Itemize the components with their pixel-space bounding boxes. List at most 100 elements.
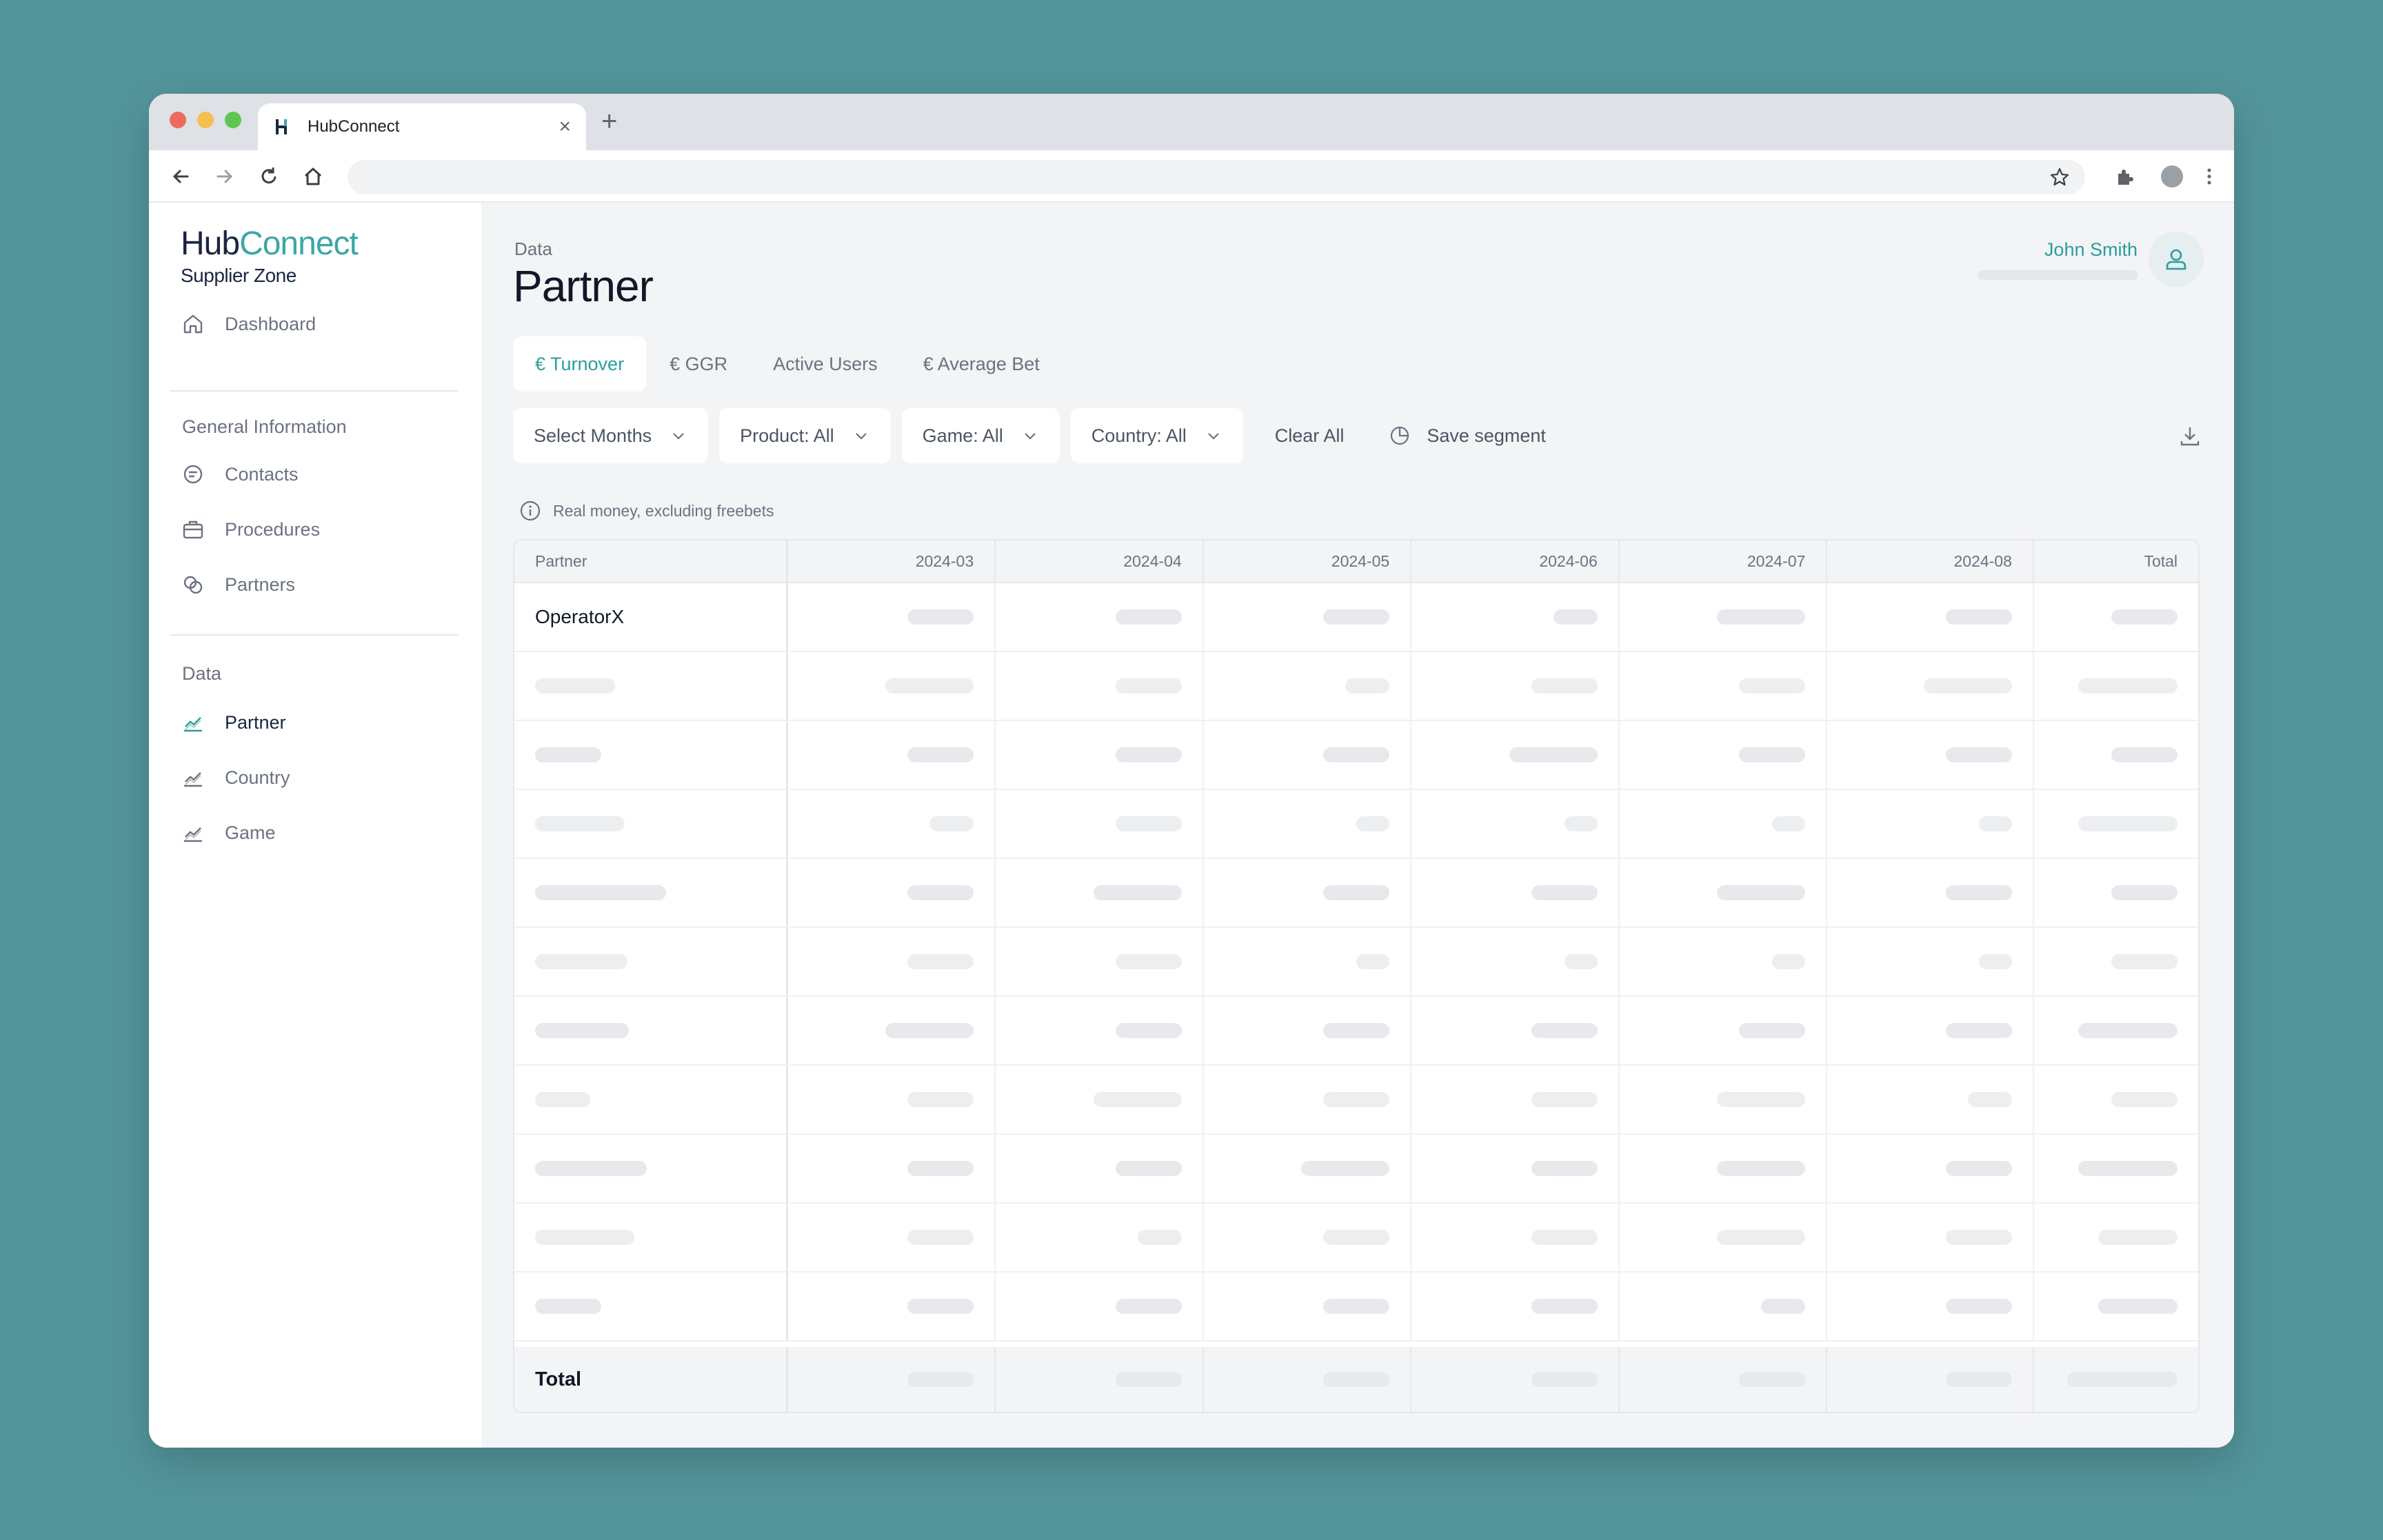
column-header-2024-03[interactable]: 2024-03 [788,540,996,582]
value-cell [2034,721,2198,789]
value-cell [1827,1135,2034,1202]
column-header-partner[interactable]: Partner [514,540,788,582]
table-total-row: Total [514,1347,2198,1412]
tab-average-bet[interactable]: € Average Bet [901,336,1062,392]
value-cell [996,790,1204,858]
loading-placeholder [1945,1023,2012,1038]
loading-placeholder [885,1023,974,1038]
table-row[interactable] [514,1066,2198,1135]
home-icon [183,314,203,334]
minimize-window-button[interactable] [197,112,214,128]
partner-table: Partner 2024-03 2024-04 2024-05 2024-06 … [513,539,2200,1413]
forward-icon[interactable] [211,163,239,190]
user-detail-placeholder [1978,270,2138,280]
user-menu[interactable]: John Smith [1978,232,2204,287]
loading-placeholder [2111,609,2178,625]
table-row[interactable] [514,1273,2198,1341]
sidebar-item-partner[interactable]: Partner [181,706,286,739]
tab-ggr[interactable]: € GGR [647,336,750,392]
extensions-icon[interactable] [2111,163,2139,190]
value-cell [788,1273,996,1340]
table-row[interactable] [514,1135,2198,1204]
sidebar: HubConnect Supplier Zone Dashboard Gener… [149,203,481,1448]
sidebar-item-contacts[interactable]: Contacts [181,458,299,491]
column-header-total[interactable]: Total [2034,540,2198,582]
reload-icon[interactable] [255,163,283,190]
breadcrumb[interactable]: Data [514,239,552,260]
browser-menu-icon[interactable] [2195,163,2223,190]
tab-active-users[interactable]: Active Users [751,336,900,392]
sidebar-item-partners[interactable]: Partners [181,568,295,601]
loading-placeholder [1115,1299,1182,1314]
loading-placeholder [1093,885,1182,900]
value-cell [788,652,996,720]
profile-icon[interactable] [2158,163,2186,190]
value-cell [1204,583,1412,651]
sidebar-item-dashboard[interactable]: Dashboard [181,307,316,341]
table-row[interactable] [514,721,2198,790]
bookmark-star-icon[interactable] [2049,167,2070,188]
column-header-2024-08[interactable]: 2024-08 [1827,540,2034,582]
home-icon[interactable] [299,163,327,190]
value-cell [1204,1066,1412,1133]
table-row[interactable] [514,928,2198,997]
country-select[interactable]: Country: All [1070,408,1243,463]
sidebar-item-procedures[interactable]: Procedures [181,513,320,546]
game-select[interactable]: Game: All [901,408,1060,463]
loading-placeholder [1553,609,1598,625]
loading-placeholder [535,1299,601,1314]
partner-cell [514,1273,788,1340]
hubconnect-favicon-icon [276,119,287,134]
value-cell [1827,1273,2034,1340]
loading-placeholder [1345,678,1390,693]
value-cell [1620,790,1828,858]
loading-placeholder [1531,1372,1598,1387]
total-cell [1204,1347,1412,1412]
product-select[interactable]: Product: All [719,408,891,463]
maximize-window-button[interactable] [225,112,241,128]
sidebar-item-label: Contacts [225,463,299,485]
table-row[interactable]: OperatorX [514,583,2198,652]
value-cell [1411,721,1620,789]
table-row[interactable] [514,1204,2198,1273]
close-window-button[interactable] [170,112,186,128]
partner-cell [514,1135,788,1202]
column-header-2024-07[interactable]: 2024-07 [1620,540,1828,582]
partner-cell [514,721,788,789]
back-icon[interactable] [167,163,194,190]
sidebar-divider [170,634,458,636]
loading-placeholder [535,885,666,900]
download-icon[interactable] [2176,422,2204,449]
browser-tab[interactable]: HubConnect × [258,103,586,150]
address-bar[interactable] [348,160,2085,194]
loading-placeholder [535,1092,590,1107]
value-cell [1204,1204,1412,1271]
table-row[interactable] [514,859,2198,928]
months-select[interactable]: Select Months [513,408,709,463]
loading-placeholder [535,1161,647,1176]
loading-placeholder [1978,816,2012,831]
table-row[interactable] [514,652,2198,721]
table-row[interactable] [514,790,2198,859]
save-segment-button[interactable]: Save segment [1388,424,1546,447]
total-cell [1411,1347,1620,1412]
loading-placeholder [885,678,974,693]
avatar[interactable] [2149,232,2204,287]
loading-placeholder [1531,678,1598,693]
value-cell [1411,859,1620,926]
new-tab-button[interactable]: + [601,108,617,135]
tab-close-icon[interactable]: × [559,116,571,137]
loading-placeholder [1717,1092,1806,1107]
tab-turnover[interactable]: € Turnover [513,336,647,392]
table-row[interactable] [514,997,2198,1066]
column-header-2024-06[interactable]: 2024-06 [1411,540,1620,582]
hubconnect-logo[interactable]: HubConnect Supplier Zone [181,227,359,287]
column-header-2024-04[interactable]: 2024-04 [996,540,1204,582]
sidebar-item-game[interactable]: Game [181,816,276,849]
loading-placeholder [1945,747,2012,762]
loading-placeholder [1531,1161,1598,1176]
browser-window: HubConnect × + HubConnect Supplier Zone … [149,94,2234,1448]
sidebar-item-country[interactable]: Country [181,761,290,794]
clear-all-button[interactable]: Clear All [1275,425,1345,447]
column-header-2024-05[interactable]: 2024-05 [1204,540,1412,582]
